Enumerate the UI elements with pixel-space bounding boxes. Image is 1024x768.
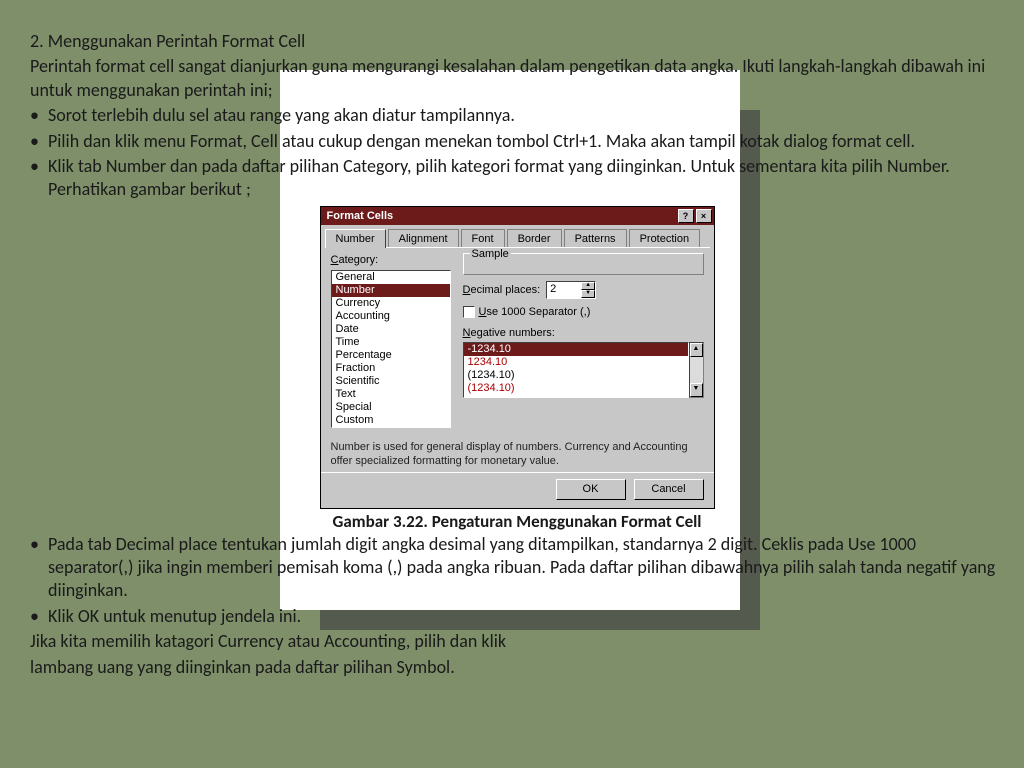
- negative-numbers-label: Negative numbers:: [463, 326, 704, 340]
- list-item: Klik OK untuk menutup jendela ini.: [30, 605, 1004, 628]
- decimal-places-label: Decimal places:: [463, 283, 541, 297]
- dialog-titlebar[interactable]: Format Cells ? ×: [321, 207, 714, 225]
- sample-group: Sample: [463, 253, 704, 275]
- list-item: Sorot terlebih dulu sel atau range yang …: [30, 104, 1004, 127]
- category-item[interactable]: Accounting: [332, 310, 450, 323]
- category-item[interactable]: Scientific: [332, 375, 450, 388]
- spinner-down-icon[interactable]: ▼: [581, 290, 595, 298]
- scroll-up-icon[interactable]: ▲: [690, 343, 703, 357]
- negative-number-item[interactable]: -1234.10: [464, 343, 688, 356]
- close-icon[interactable]: ×: [696, 209, 712, 223]
- category-listbox[interactable]: GeneralNumberCurrencyAccountingDateTimeP…: [331, 270, 451, 428]
- list-item: Pada tab Decimal place tentukan jumlah d…: [30, 533, 1004, 603]
- category-item[interactable]: Fraction: [332, 362, 450, 375]
- outro-line-1: Jika kita memilih katagori Currency atau…: [30, 630, 1004, 653]
- list-item: Klik tab Number dan pada daftar pilihan …: [30, 155, 1004, 202]
- category-item[interactable]: Percentage: [332, 349, 450, 362]
- dialog-title: Format Cells: [327, 209, 394, 223]
- cancel-button[interactable]: Cancel: [634, 479, 704, 499]
- tab-protection[interactable]: Protection: [629, 229, 701, 248]
- intro-paragraph: Perintah format cell sangat dianjurkan g…: [30, 55, 1004, 102]
- outro-line-2: lambang uang yang diinginkan pada daftar…: [30, 656, 1004, 679]
- category-item[interactable]: Currency: [332, 297, 450, 310]
- decimal-places-input[interactable]: 2 ▲ ▼: [546, 281, 596, 299]
- tab-alignment[interactable]: Alignment: [388, 229, 459, 248]
- negative-number-item[interactable]: (1234.10): [464, 382, 688, 395]
- figure-caption: Gambar 3.22. Pengaturan Menggunakan Form…: [30, 511, 1004, 533]
- use-1000-separator-checkbox[interactable]: Use 1000 Separator (,): [463, 305, 704, 319]
- category-item[interactable]: Special: [332, 401, 450, 414]
- tab-patterns[interactable]: Patterns: [564, 229, 627, 248]
- format-cells-dialog: Format Cells ? × Number Alignment Font B…: [320, 206, 715, 509]
- category-item[interactable]: Date: [332, 323, 450, 336]
- category-label: Category:: [331, 253, 451, 267]
- category-item[interactable]: Time: [332, 336, 450, 349]
- section-heading: 2. Menggunakan Perintah Format Cell: [30, 30, 1004, 53]
- dialog-hint: Number is used for general display of nu…: [321, 434, 714, 473]
- negative-number-item[interactable]: (1234.10): [464, 369, 688, 382]
- steps-list-a: Sorot terlebih dulu sel atau range yang …: [30, 104, 1004, 202]
- category-item[interactable]: Text: [332, 388, 450, 401]
- decimal-places-value: 2: [547, 282, 581, 298]
- spinner-up-icon[interactable]: ▲: [581, 282, 595, 290]
- scroll-down-icon[interactable]: ▼: [690, 383, 703, 397]
- steps-list-b: Pada tab Decimal place tentukan jumlah d…: [30, 533, 1004, 629]
- separator-label: Use 1000 Separator (,): [479, 305, 591, 319]
- category-item[interactable]: General: [332, 271, 450, 284]
- scrollbar[interactable]: ▲ ▼: [689, 342, 704, 398]
- ok-button[interactable]: OK: [556, 479, 626, 499]
- tab-number[interactable]: Number: [325, 229, 386, 248]
- dialog-tabs: Number Alignment Font Border Patterns Pr…: [321, 225, 714, 248]
- help-icon[interactable]: ?: [678, 209, 694, 223]
- category-item[interactable]: Number: [332, 284, 450, 297]
- tab-font[interactable]: Font: [461, 229, 505, 248]
- list-item: Pilih dan klik menu Format, Cell atau cu…: [30, 130, 1004, 153]
- checkbox-box: [463, 306, 475, 318]
- document-content: 2. Menggunakan Perintah Format Cell Peri…: [30, 30, 1004, 681]
- category-item[interactable]: Custom: [332, 414, 450, 427]
- negative-numbers-listbox[interactable]: -1234.101234.10(1234.10)(1234.10): [463, 342, 689, 398]
- negative-number-item[interactable]: 1234.10: [464, 356, 688, 369]
- tab-border[interactable]: Border: [507, 229, 562, 248]
- sample-label: Sample: [470, 248, 511, 260]
